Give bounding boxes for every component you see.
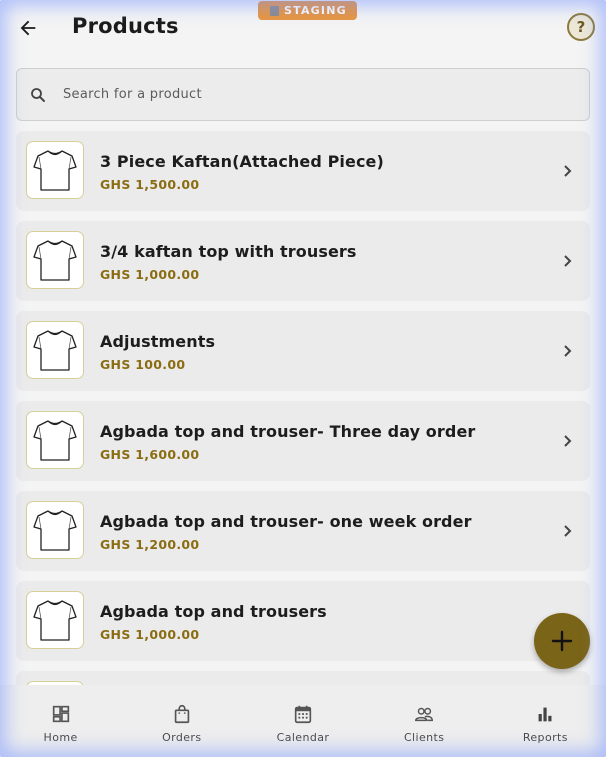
product-thumbnail xyxy=(26,501,84,559)
bar-chart-icon xyxy=(538,707,552,722)
product-price: GHS 1,000.00 xyxy=(100,267,200,282)
product-name: 3 Piece Kaftan(Attached Piece) xyxy=(100,152,384,171)
product-item[interactable]: Agbada top and trousers GHS 1,000.00 xyxy=(16,581,590,661)
arrow-back-icon xyxy=(20,20,36,36)
staging-label: STAGING xyxy=(284,4,347,17)
calendar-icon xyxy=(294,705,312,724)
chevron-right-icon xyxy=(564,435,572,447)
nav-label-reports: Reports xyxy=(522,731,568,744)
product-name: Agbada top and trouser- Three day order xyxy=(100,422,476,441)
product-price: GHS 100.00 xyxy=(100,357,186,372)
tshirt-icon xyxy=(33,510,77,551)
product-price: GHS 1,200.00 xyxy=(100,537,200,552)
product-list[interactable]: 3 Piece Kaftan(Attached Piece) GHS 1,500… xyxy=(16,131,590,685)
product-item[interactable]: 3/4 kaftan top with trousers GHS 1,000.0… xyxy=(16,221,590,301)
tshirt-icon xyxy=(33,600,77,641)
page-title: Products xyxy=(72,14,179,38)
search-input[interactable] xyxy=(61,86,545,103)
product-thumbnail xyxy=(26,591,84,649)
search-icon xyxy=(31,87,45,102)
product-thumbnail xyxy=(26,411,84,469)
add-product-button[interactable] xyxy=(534,613,590,669)
chevron-right-icon xyxy=(564,525,572,537)
product-name: Adjustments xyxy=(100,332,216,351)
staging-badge: STAGING xyxy=(258,1,357,20)
nav-label-clients: Clients xyxy=(403,731,445,744)
product-name: 3/4 kaftan top with trousers xyxy=(100,242,357,261)
chevron-right-icon xyxy=(564,255,572,267)
nav-label-calendar: Calendar xyxy=(276,731,330,744)
chevron-right-icon xyxy=(564,345,572,357)
bottom-navigation: Home Orders Calendar Clients Reports xyxy=(0,685,606,757)
product-price: GHS 1,000.00 xyxy=(100,627,200,642)
tshirt-icon xyxy=(33,240,77,281)
nav-item-calendar[interactable]: Calendar xyxy=(258,685,348,757)
nav-item-home[interactable]: Home xyxy=(16,685,106,757)
help-button[interactable]: ? xyxy=(567,13,595,41)
product-item[interactable] xyxy=(16,671,590,685)
nav-item-clients[interactable]: Clients xyxy=(379,685,469,757)
back-button[interactable] xyxy=(14,14,42,42)
product-name: Agbada top and trouser- one week order xyxy=(100,512,472,531)
tshirt-icon xyxy=(33,150,77,191)
tshirt-icon xyxy=(33,420,77,461)
search-bar[interactable] xyxy=(16,68,590,121)
product-item[interactable]: Agbada top and trouser- Three day order … xyxy=(16,401,590,481)
product-thumbnail xyxy=(26,231,84,289)
building-icon xyxy=(270,5,279,16)
product-item[interactable]: Adjustments GHS 100.00 xyxy=(16,311,590,391)
product-item[interactable]: Agbada top and trouser- one week order G… xyxy=(16,491,590,571)
shopping-bag-icon xyxy=(174,704,190,724)
product-thumbnail xyxy=(26,321,84,379)
people-icon xyxy=(415,707,434,722)
product-price: GHS 1,600.00 xyxy=(100,447,200,462)
tshirt-icon xyxy=(33,330,77,371)
nav-item-reports[interactable]: Reports xyxy=(500,685,590,757)
product-price: GHS 1,500.00 xyxy=(100,177,200,192)
product-thumbnail xyxy=(26,141,84,199)
dashboard-icon xyxy=(52,705,69,723)
product-item[interactable]: 3 Piece Kaftan(Attached Piece) GHS 1,500… xyxy=(16,131,590,211)
chevron-right-icon xyxy=(564,165,572,177)
plus-icon xyxy=(551,630,573,652)
nav-label-orders: Orders xyxy=(162,731,202,744)
nav-label-home: Home xyxy=(43,731,78,744)
app-header: Products STAGING ? xyxy=(0,0,606,58)
product-name: Agbada top and trousers xyxy=(100,602,327,621)
nav-item-orders[interactable]: Orders xyxy=(137,685,227,757)
